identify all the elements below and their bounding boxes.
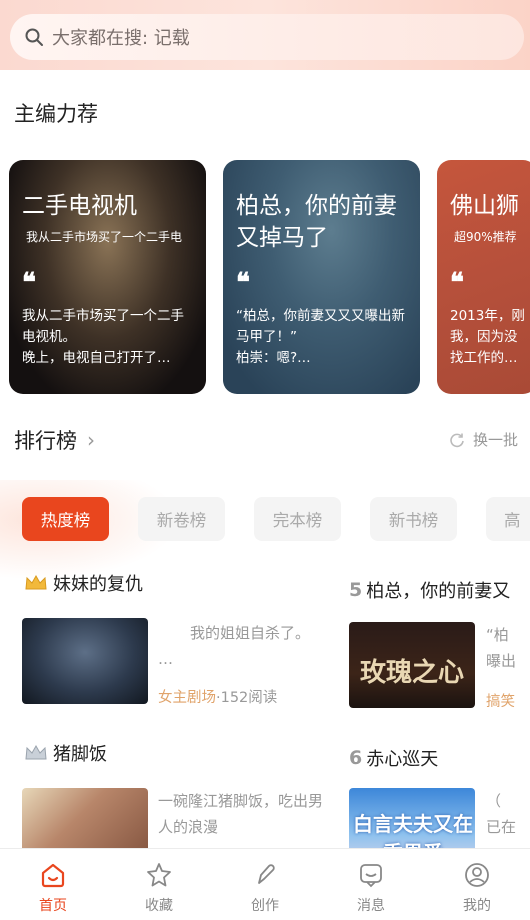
tab-label: 首页 <box>39 898 67 914</box>
ranking-title[interactable]: 排行榜 › <box>14 425 95 455</box>
pen-icon <box>258 864 275 884</box>
book-meta: 搞笑 <box>486 690 515 711</box>
crown-gold-icon <box>25 574 47 590</box>
tab-home[interactable]: 首页 <box>0 849 106 920</box>
rank-number: 6 <box>349 747 363 769</box>
book-cover[interactable] <box>22 618 148 704</box>
book-cover[interactable]: 白言夫夫又在秀恩爱 <box>349 788 475 848</box>
search-bar[interactable]: 大家都在搜: 记载 <box>10 14 524 60</box>
card-title: 柏总，你的前妻又掉马了 <box>236 193 397 251</box>
search-placeholder: 大家都在搜: 记载 <box>52 28 190 49</box>
search-icon <box>25 28 43 46</box>
book-cover[interactable]: 玫瑰之心 <box>349 622 475 708</box>
tab-create[interactable]: 创作 <box>212 849 318 920</box>
refresh-icon <box>450 433 464 447</box>
editor-picks-carousel[interactable]: 二手电视机 我从二手市场买了一个二手电 ❝ 我从二手市场买了一个二手电视机。 晚… <box>0 160 530 396</box>
chevron-right-icon: › <box>87 428 95 452</box>
card-subtitle: 超90%推荐 <box>454 230 517 244</box>
card-subtitle: 我从二手市场买了一个二手电 <box>26 230 183 244</box>
book-reads: 152阅读 <box>220 690 278 706</box>
rank-number: 5 <box>349 579 363 601</box>
tab-hot[interactable]: 热度榜 <box>22 497 109 541</box>
bottom-tab-bar: 首页 收藏 创作 消息 我的 <box>0 848 530 920</box>
profile-icon <box>465 863 489 887</box>
book-desc: 我的姐姐自杀了。 … <box>158 624 311 668</box>
editor-card[interactable]: 柏总，你的前妻又掉马了 ❝ “柏总，你前妻又又又曝出新马甲了！” 柏崇：嗯?… <box>223 160 420 394</box>
editor-picks-title: 主编力荐 <box>14 102 98 126</box>
refresh-button[interactable]: 换一批 <box>449 429 518 450</box>
book-desc: “柏 曝出 <box>486 626 517 670</box>
card-title: 二手电视机 <box>22 193 137 219</box>
book-tag: 女主剧场 <box>158 690 216 706</box>
tab-messages[interactable]: 消息 <box>318 849 424 920</box>
quote-icon: ❝ <box>450 268 464 298</box>
book-tag: 搞笑 <box>486 694 515 710</box>
list-item-title[interactable]: 6 赤心巡天 <box>349 745 438 771</box>
tab-new-volume[interactable]: 新卷榜 <box>138 497 225 541</box>
quote-icon: ❝ <box>22 268 36 298</box>
book-cover[interactable] <box>22 788 148 848</box>
card-title: 佛山狮 <box>450 193 519 219</box>
card-excerpt: 我从二手市场买了一个二手电视机。 晚上，电视自己打开了… <box>22 308 184 366</box>
book-desc: 一碗隆江猪脚饭，吃出男人的浪漫 <box>158 792 324 836</box>
cover-art-text: 白言夫夫又在秀恩爱 <box>353 812 473 848</box>
list-item-title[interactable]: 5 柏总，你的前妻又 <box>349 577 510 603</box>
quote-icon: ❝ <box>236 268 250 298</box>
tab-new-book[interactable]: 新书榜 <box>370 497 457 541</box>
tab-label: 我的 <box>463 898 491 914</box>
message-icon <box>360 864 382 888</box>
tab-completed[interactable]: 完本榜 <box>254 497 341 541</box>
ranking-list: 妹妹的复仇 我的姐姐自杀了。 … 女主剧场·152阅读 5 柏总，你的前妻又 玫… <box>0 560 530 848</box>
editor-card[interactable]: 佛山狮 超90%推荐 ❝ 2013年，刚我，因为没找工作的… <box>437 160 530 394</box>
tab-label: 消息 <box>357 898 385 914</box>
tab-label: 收藏 <box>145 898 173 914</box>
list-item-title[interactable]: 妹妹的复仇 <box>24 570 143 596</box>
book-desc: （ 已在 <box>486 792 517 836</box>
card-excerpt: 2013年，刚我，因为没找工作的… <box>450 308 525 366</box>
tab-favorites[interactable]: 收藏 <box>106 849 212 920</box>
ranking-title-label: 排行榜 <box>14 429 77 453</box>
refresh-label: 换一批 <box>472 431 518 449</box>
crown-silver-icon <box>25 744 47 760</box>
star-icon <box>147 863 171 887</box>
card-excerpt: “柏总，你前妻又又又曝出新马甲了！” 柏崇：嗯?… <box>236 308 405 366</box>
cover-art-text: 玫瑰之心 <box>359 658 464 688</box>
book-meta: 女主剧场·152阅读 <box>158 690 278 706</box>
tab-label: 创作 <box>251 898 279 914</box>
tab-more[interactable]: 高 <box>486 497 530 541</box>
home-icon <box>41 863 65 888</box>
editor-card[interactable]: 二手电视机 我从二手市场买了一个二手电 ❝ 我从二手市场买了一个二手电视机。 晚… <box>9 160 206 394</box>
tab-profile[interactable]: 我的 <box>424 849 530 920</box>
list-item-title[interactable]: 猪脚饭 <box>24 740 107 766</box>
